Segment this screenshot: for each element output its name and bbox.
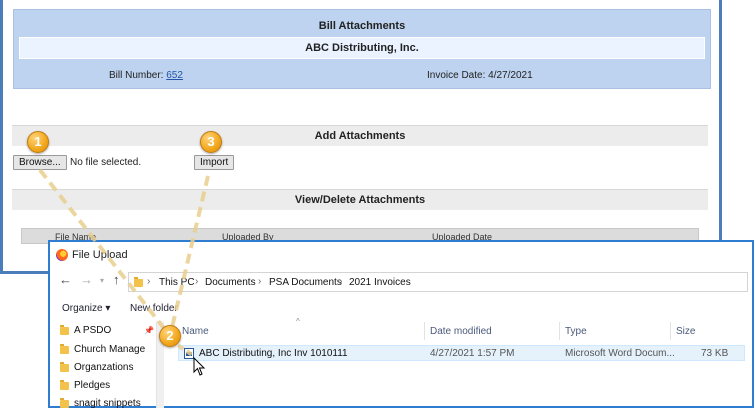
invoice-date: Invoice Date: 4/27/2021: [427, 70, 533, 81]
folder-icon: [60, 380, 69, 390]
new-folder-button[interactable]: New folder: [130, 303, 178, 314]
page-title: Bill Attachments: [318, 20, 406, 32]
column-date-modified[interactable]: Date modified: [430, 326, 492, 337]
folder-icon: [134, 277, 143, 287]
address-bar[interactable]: › This PC › Documents › PSA Documents › …: [128, 272, 748, 292]
navigation-pane: A PSDO Church Manage Organzations Pledge…: [50, 321, 156, 408]
browse-button[interactable]: Browse...: [13, 155, 67, 170]
column-divider[interactable]: [670, 322, 671, 340]
organize-label: Organize: [62, 303, 103, 314]
breadcrumb-separator: ›: [258, 276, 262, 287]
back-arrow-icon[interactable]: ←: [59, 272, 72, 287]
nav-item-organzations[interactable]: Organzations: [60, 362, 134, 373]
column-divider[interactable]: [424, 322, 425, 340]
breadcrumb-this-pc[interactable]: This PC: [159, 277, 195, 288]
folder-icon: [60, 344, 69, 354]
folder-icon: [60, 325, 69, 335]
column-name[interactable]: Name: [182, 326, 209, 337]
sort-caret-icon: ^: [296, 317, 300, 326]
add-attachments-header: Add Attachments: [12, 125, 708, 146]
file-type: Microsoft Word Docum...: [565, 348, 675, 359]
file-size: 73 KB: [701, 348, 729, 359]
callout-badge-1: 1: [27, 131, 49, 153]
no-file-text: No file selected.: [70, 157, 142, 168]
firefox-icon: [56, 249, 68, 261]
file-date-modified: 4/27/2021 1:57 PM: [430, 348, 515, 359]
bill-number-label: Bill Number:: [109, 70, 164, 81]
view-delete-attachments-header: View/Delete Attachments: [12, 189, 708, 210]
up-arrow-icon[interactable]: ↑: [113, 272, 120, 287]
breadcrumb-2021-invoices[interactable]: 2021 Invoices: [349, 277, 411, 288]
chevron-down-icon: ▾: [105, 303, 111, 314]
import-button[interactable]: Import: [194, 155, 235, 170]
bill-number-link[interactable]: 652: [166, 70, 183, 81]
nav-item-snagit-snippets[interactable]: snagit snippets: [60, 398, 141, 408]
nav-item-label: Church Manage: [74, 344, 146, 355]
nav-item-pledges[interactable]: Pledges: [60, 380, 111, 391]
dialog-titlebar[interactable]: File Upload: [50, 242, 752, 268]
callout-badge-2: 2: [159, 325, 181, 347]
file-upload-dialog: File Upload ← → ▾ ↑ › This PC › Document…: [48, 240, 754, 408]
dialog-toolbar: Organize ▾ New folder: [50, 299, 752, 319]
organize-menu[interactable]: Organize ▾: [62, 303, 110, 314]
breadcrumb-separator: ›: [339, 276, 343, 287]
nav-item-a-psdo[interactable]: A PSDO: [60, 325, 112, 336]
breadcrumb-separator: ›: [195, 276, 199, 287]
bill-header: Bill Attachments ABC Distributing, Inc. …: [13, 9, 711, 89]
breadcrumb-psa-documents[interactable]: PSA Documents: [269, 277, 342, 288]
column-divider[interactable]: [559, 322, 560, 340]
nav-item-label: snagit snippets: [74, 398, 141, 408]
dialog-title: File Upload: [72, 249, 128, 261]
column-size[interactable]: Size: [676, 326, 695, 337]
folder-icon: [60, 362, 69, 372]
nav-item-label: Pledges: [74, 380, 111, 391]
invoice-date-label: Invoice Date:: [427, 70, 486, 81]
vendor-name: ABC Distributing, Inc.: [19, 37, 705, 59]
callout-badge-3: 3: [200, 131, 222, 153]
nav-item-label: Organzations: [74, 362, 134, 373]
navigation-row: ← → ▾ ↑ › This PC › Documents › PSA Docu…: [50, 270, 752, 294]
breadcrumb-documents[interactable]: Documents: [205, 277, 256, 288]
forward-arrow-icon[interactable]: →: [80, 272, 93, 287]
folder-icon: [60, 398, 69, 408]
invoice-date-value: 4/27/2021: [488, 70, 533, 81]
nav-item-label: A PSDO: [74, 325, 112, 336]
column-type[interactable]: Type: [565, 326, 587, 337]
file-row[interactable]: ABC Distributing, Inc Inv 1010111 4/27/2…: [178, 345, 745, 361]
recent-dropdown-icon[interactable]: ▾: [100, 276, 104, 285]
file-name: ABC Distributing, Inc Inv 1010111: [199, 348, 348, 359]
pin-icon[interactable]: 📌: [144, 326, 154, 335]
nav-item-church-manage[interactable]: Church Manage: [60, 344, 146, 355]
mouse-cursor-icon: [193, 357, 206, 376]
breadcrumb-separator: ›: [147, 276, 151, 287]
bill-number: Bill Number: 652: [109, 70, 183, 81]
